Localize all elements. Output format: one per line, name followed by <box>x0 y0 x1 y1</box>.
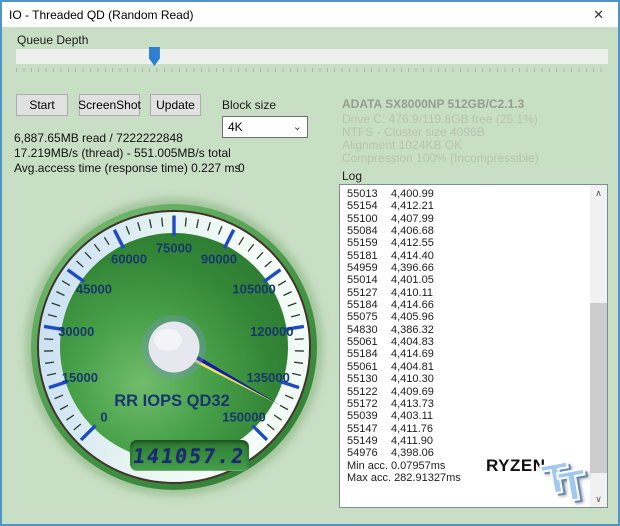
log-row[interactable]: 551844,414.69 <box>340 348 589 360</box>
scrollbar-thumb[interactable] <box>590 303 607 473</box>
log-row[interactable]: 549594,396.66 <box>340 262 589 274</box>
log-row[interactable]: 551844,414.66 <box>340 299 589 311</box>
slider-thumb[interactable] <box>149 47 160 66</box>
queue-depth-slider[interactable] <box>16 49 608 64</box>
log-row[interactable]: 550394,403.11 <box>340 410 589 422</box>
speed-text: 17.219MB/s (thread) - 551.005MB/s total <box>14 146 231 160</box>
log-row[interactable]: 551304,410.30 <box>340 373 589 385</box>
log-row[interactable]: 548304,386.32 <box>340 324 589 336</box>
window-title: IO - Threaded QD (Random Read) <box>9 8 194 22</box>
log-row[interactable]: 551474,411.76 <box>340 423 589 435</box>
log-row[interactable]: 551494,411.90 <box>340 435 589 447</box>
drive-alignment-text: Alignment 1024KB OK <box>342 138 462 152</box>
start-button[interactable]: Start <box>16 94 68 116</box>
chevron-down-icon: ⌄ <box>293 122 302 132</box>
queue-depth-label: Queue Depth <box>17 33 88 47</box>
log-row[interactable]: 550614,404.81 <box>340 361 589 373</box>
gauge-lcd-readout: 141057.2 <box>130 440 249 471</box>
app-window: IO - Threaded QD (Random Read) ✕ Queue D… <box>0 0 620 526</box>
log-row[interactable]: 550134,400.99 <box>340 188 589 200</box>
block-size-value: 4K <box>228 120 243 134</box>
slider-tick-marks <box>16 68 608 72</box>
queue-counter: 0 <box>238 161 245 175</box>
tweaktown-logo: T T <box>540 452 620 526</box>
read-total-text: 6,887.65MB read / 7222222848 <box>14 131 183 145</box>
gauge-lcd-value: 141057.2 <box>132 444 248 468</box>
log-row[interactable]: 550844,406.68 <box>340 225 589 237</box>
log-row[interactable]: 551724,413.73 <box>340 398 589 410</box>
screenshot-button[interactable]: ScreenShot <box>79 94 140 116</box>
log-row[interactable]: 551224,409.69 <box>340 386 589 398</box>
block-size-label: Block size <box>222 98 276 112</box>
iops-gauge: 0150003000045000600007500090000105000120… <box>31 204 317 490</box>
gauge-face <box>60 233 288 461</box>
access-time-text: Avg.access time (response time) 0.227 ms <box>14 161 241 175</box>
drive-model-text: ADATA SX8000NP 512GB/C2.1.3 <box>342 97 524 111</box>
drive-compression-text: Compression 100% (Incompressible) <box>342 151 539 165</box>
log-rows: 550134,400.99551544,412.21551004,407.995… <box>340 188 589 484</box>
block-size-dropdown[interactable]: 4K ⌄ <box>222 116 308 138</box>
close-icon[interactable]: ✕ <box>593 7 604 23</box>
log-row[interactable]: 551814,414.40 <box>340 250 589 262</box>
ryzen-watermark: RYZEN <box>486 456 546 476</box>
scroll-up-icon[interactable]: ∧ <box>590 185 607 201</box>
titlebar[interactable]: IO - Threaded QD (Random Read) ✕ <box>2 2 618 27</box>
drive-filesystem-text: NTFS - Cluster size 4096B <box>342 125 485 139</box>
log-row[interactable]: 550144,401.05 <box>340 274 589 286</box>
drive-capacity-text: Drive C: 476.9/119.8GB free (25.1%) <box>342 112 538 126</box>
log-label: Log <box>342 169 362 183</box>
log-row[interactable]: 551594,412.55 <box>340 237 589 249</box>
log-row[interactable]: 550754,405.96 <box>340 311 589 323</box>
log-row[interactable]: 551544,412.21 <box>340 200 589 212</box>
log-row[interactable]: 551274,410.11 <box>340 287 589 299</box>
update-button[interactable]: Update <box>150 94 201 116</box>
log-row[interactable]: 551004,407.99 <box>340 213 589 225</box>
log-row[interactable]: 550614,404.83 <box>340 336 589 348</box>
